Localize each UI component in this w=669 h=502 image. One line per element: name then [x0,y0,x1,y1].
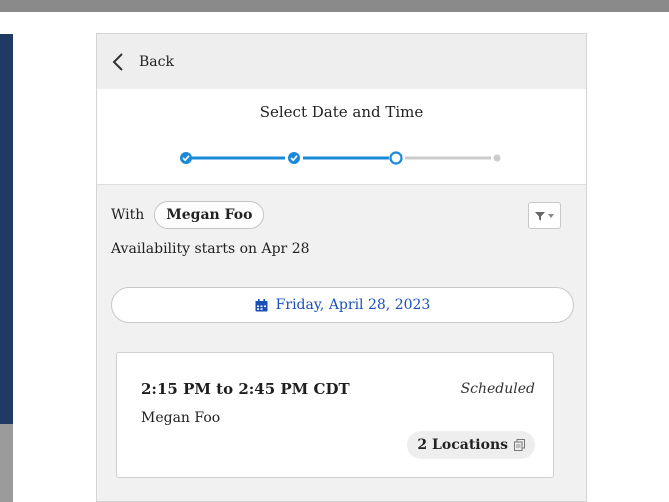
locations-label: 2 Locations [417,437,508,453]
date-label: Friday, April 28, 2023 [275,297,431,313]
calendar-icon [255,298,268,311]
slot-status: Scheduled [460,381,535,397]
with-row: With Megan Foo [111,200,265,230]
availability-text: Availability starts on Apr 28 [111,241,310,257]
back-label: Back [139,54,174,70]
person-chip[interactable]: Megan Foo [154,201,265,229]
page-header: Select Date and Time [97,89,586,185]
step-2-complete [288,152,300,164]
step-3-current [389,151,403,165]
with-label: With [111,207,145,223]
copy-icon [514,439,525,451]
chevron-left-icon [112,53,123,71]
time-slot-card[interactable]: 2:15 PM to 2:45 PM CDT Scheduled Megan F… [116,352,554,478]
locations-badge[interactable]: 2 Locations [407,431,535,459]
background-sidebar [0,34,13,424]
progress-stepper [180,151,501,165]
back-bar: Back [97,34,586,89]
slot-time: 2:15 PM to 2:45 PM CDT [141,380,350,398]
filter-button[interactable] [528,202,561,229]
caret-down-icon [548,213,554,218]
step-1-complete [180,152,192,164]
page-title: Select Date and Time [259,103,424,121]
step-4-pending [493,154,501,162]
window-top-bar [0,0,669,12]
filter-icon [535,211,545,220]
background-sidebar-lower [0,424,13,502]
slot-person: Megan Foo [141,410,221,426]
back-button[interactable]: Back [111,48,174,76]
date-selector-button[interactable]: Friday, April 28, 2023 [111,287,574,323]
scheduling-panel: Back Select Date and Time With Megan Foo [96,33,587,502]
